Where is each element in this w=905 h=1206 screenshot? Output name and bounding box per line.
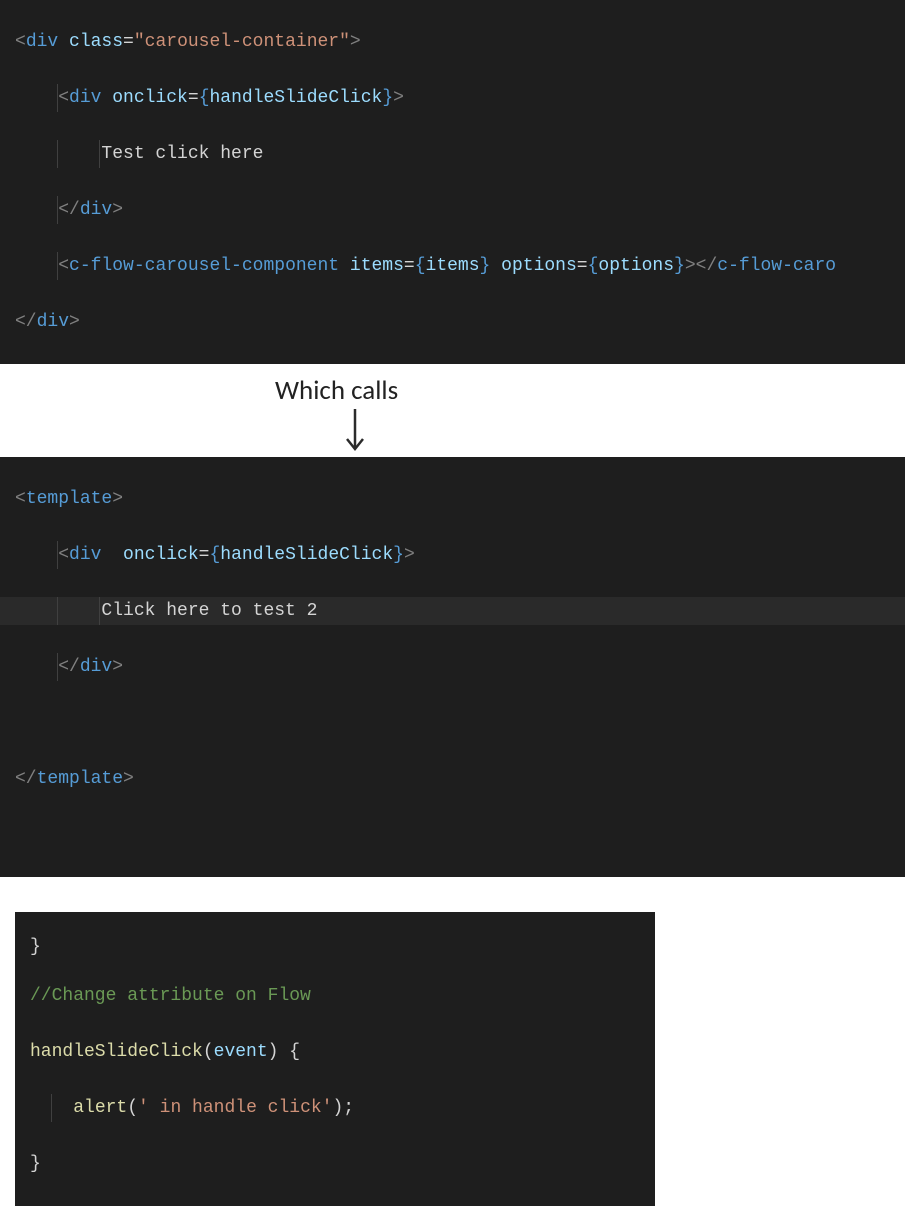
param-name: event xyxy=(214,1042,268,1062)
code-line: } xyxy=(15,1150,655,1178)
function-name: alert xyxy=(73,1098,127,1118)
annotation-label: Which calls xyxy=(0,374,905,407)
code-line: //Change attribute on Flow xyxy=(15,982,655,1010)
tag-name: c-flow-carousel-component xyxy=(69,256,339,276)
tag-name: div xyxy=(80,200,112,220)
code-line: <div class="carousel-container"> xyxy=(0,28,905,56)
tag-name: div xyxy=(80,657,112,677)
code-block-2: <template> <div onclick={handleSlideClic… xyxy=(0,457,905,877)
text-content: Click here to test 2 xyxy=(101,601,317,621)
code-line: Click here to test 2 xyxy=(0,597,905,625)
code-line: <div onclick={handleSlideClick}> xyxy=(0,541,905,569)
code-line: <div onclick={handleSlideClick}> xyxy=(0,84,905,112)
tail: ) { xyxy=(268,1042,300,1062)
function-name: handleSlideClick xyxy=(30,1042,203,1062)
code-line: } xyxy=(15,940,655,954)
code-line: </div> xyxy=(0,653,905,681)
attr-name: class xyxy=(69,32,123,52)
tag-name: template xyxy=(26,489,112,509)
brace: } xyxy=(30,937,41,957)
brace: } xyxy=(30,1154,41,1174)
code-line: </div> xyxy=(0,196,905,224)
code-line: <template> xyxy=(0,485,905,513)
attr-name: onclick xyxy=(112,88,188,108)
code-line: Test click here xyxy=(0,140,905,168)
tail: ); xyxy=(332,1098,354,1118)
tag-name: div xyxy=(26,32,58,52)
text-content: Test click here xyxy=(101,144,263,164)
tag-name: div xyxy=(37,312,69,332)
down-arrow-icon xyxy=(343,407,367,455)
code-line: <c-flow-carousel-component items={items}… xyxy=(0,252,905,280)
code-line: handleSlideClick(event) { xyxy=(15,1038,655,1066)
string-arg: ' in handle click' xyxy=(138,1098,332,1118)
code-line: </div> xyxy=(0,308,905,336)
code-line: </template> xyxy=(0,765,905,793)
expr-name: items xyxy=(426,256,480,276)
code-line xyxy=(0,709,905,737)
code-line: alert(' in handle click'); xyxy=(15,1094,655,1122)
code-block-3: } //Change attribute on Flow handleSlide… xyxy=(15,912,655,1206)
arrow-wrap xyxy=(0,407,905,457)
expr-name: options xyxy=(598,256,674,276)
comment: //Change attribute on Flow xyxy=(30,986,311,1006)
attr-name: options xyxy=(501,256,577,276)
code-line xyxy=(0,821,905,849)
tag-name: template xyxy=(37,769,123,789)
code-block-1: <div class="carousel-container"> <div on… xyxy=(0,0,905,364)
tag-name: c-flow-caro xyxy=(717,256,836,276)
tag-name: div xyxy=(69,88,101,108)
tag-name: div xyxy=(69,545,101,565)
expr-name: handleSlideClick xyxy=(220,545,393,565)
attr-value: "carousel-container" xyxy=(134,32,350,52)
attr-name: onclick xyxy=(123,545,199,565)
attr-name: items xyxy=(350,256,404,276)
expr-name: handleSlideClick xyxy=(210,88,383,108)
